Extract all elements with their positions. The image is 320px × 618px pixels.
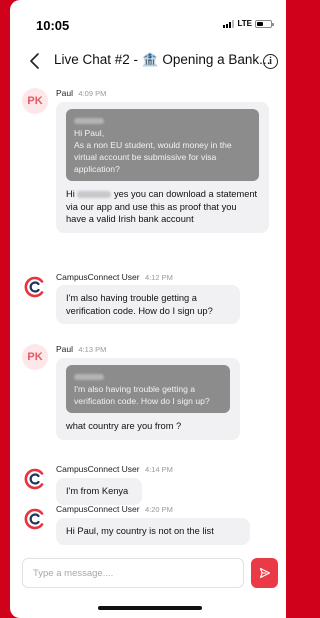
- message-text: Hi Paul, my country is not on the list: [66, 526, 214, 536]
- status-time: 10:05: [36, 18, 70, 33]
- message-composer: [10, 554, 286, 594]
- message-time: 4:13 PM: [78, 345, 107, 354]
- battery-level: [257, 21, 263, 26]
- quote-line: Hi Paul,: [74, 128, 105, 138]
- campusconnect-logo-icon: [24, 468, 46, 490]
- message-time: 4:20 PM: [145, 505, 173, 514]
- sender-name: Paul: [56, 88, 74, 98]
- message-bubble: I'm also having trouble getting a verifi…: [56, 285, 240, 324]
- chevron-left-icon[interactable]: [28, 52, 42, 70]
- redacted-name: [77, 191, 112, 199]
- message-text: what country are you from ?: [66, 421, 182, 431]
- home-indicator[interactable]: [98, 606, 202, 610]
- message-time: 4:12 PM: [145, 273, 173, 282]
- sender-name: CampusConnect User: [56, 464, 140, 474]
- campusconnect-logo-icon: [24, 508, 46, 530]
- chat-header: Live Chat #2 - 🏦 Opening a Bank... i: [10, 42, 286, 80]
- campusconnect-logo-icon: [24, 276, 46, 298]
- quote-text: I'm also having trouble getting a verifi…: [74, 384, 210, 406]
- message-bubble: I'm also having trouble getting a verifi…: [56, 358, 240, 440]
- message-input[interactable]: [22, 558, 244, 588]
- redacted-name: [74, 374, 104, 380]
- message-meta: CampusConnect User 4:14 PM: [56, 464, 173, 474]
- network-label: LTE: [237, 19, 252, 28]
- battery-icon: [255, 19, 274, 28]
- redacted-name: [74, 118, 104, 124]
- message-meta: CampusConnect User 4:20 PM: [56, 504, 173, 514]
- message-meta: Paul 4:09 PM: [56, 88, 106, 98]
- sender-name: CampusConnect User: [56, 504, 140, 514]
- quoted-message: Hi Paul, As a non EU student, would mone…: [66, 109, 259, 181]
- phone-screen: 10:05 LTE Live Chat #2 - 🏦 Opening a Ban…: [10, 0, 286, 618]
- message-list[interactable]: PK Paul 4:09 PM Hi Paul, As a non EU stu…: [10, 84, 286, 558]
- message-text: I'm also having trouble getting a verifi…: [66, 293, 213, 316]
- quote-line: As a non EU student, would money in the …: [74, 140, 232, 174]
- message-meta: CampusConnect User 4:12 PM: [56, 272, 173, 282]
- message-bubble: Hi Paul, As a non EU student, would mone…: [56, 102, 269, 233]
- status-bar: 10:05 LTE: [10, 0, 286, 40]
- chat-title: Live Chat #2 - 🏦 Opening a Bank...: [54, 52, 271, 67]
- status-indicators: LTE: [223, 19, 274, 28]
- message-bubble: Hi Paul, my country is not on the list: [56, 518, 250, 545]
- sender-name: Paul: [56, 344, 74, 354]
- message-time: 4:09 PM: [78, 89, 107, 98]
- message-text: Hi yes you can download a statement via …: [66, 188, 259, 226]
- send-icon: [259, 567, 270, 579]
- message-text-start: Hi: [66, 189, 75, 199]
- info-icon[interactable]: i: [263, 54, 278, 69]
- avatar: PK: [22, 88, 48, 114]
- avatar: PK: [22, 344, 48, 370]
- quoted-message: I'm also having trouble getting a verifi…: [66, 365, 230, 413]
- message-bubble: I'm from Kenya: [56, 478, 142, 505]
- message-text: I'm from Kenya: [66, 486, 129, 496]
- sender-name: CampusConnect User: [56, 272, 140, 282]
- send-button[interactable]: [251, 558, 278, 588]
- signal-icon: [223, 19, 235, 28]
- message-time: 4:14 PM: [145, 465, 173, 474]
- message-meta: Paul 4:13 PM: [56, 344, 106, 354]
